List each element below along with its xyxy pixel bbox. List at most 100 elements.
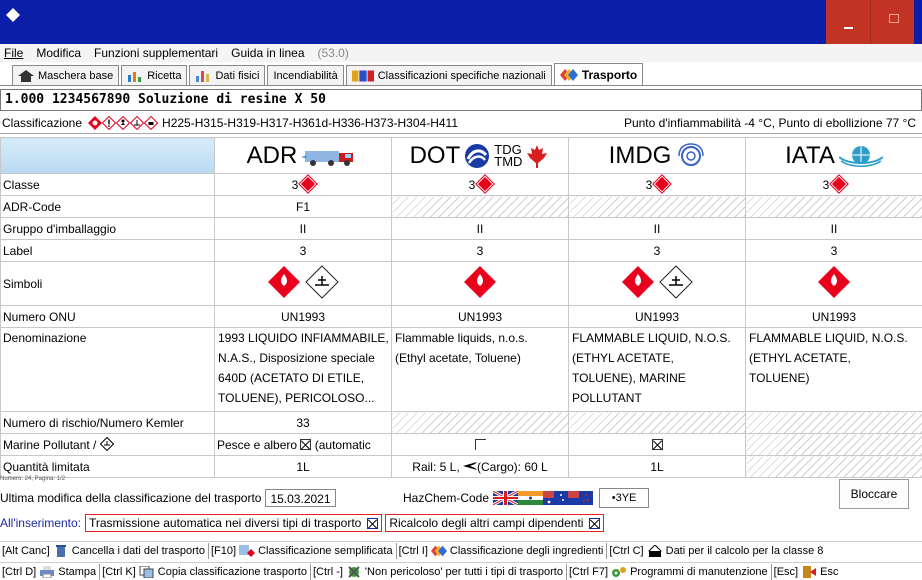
marine-dot-checkbox[interactable] xyxy=(474,438,486,450)
cell-marine-imdg[interactable] xyxy=(568,433,746,456)
marine-pollutant-label: Marine Pollutant / xyxy=(3,438,97,452)
menu-guida-in-linea[interactable]: Guida in linea xyxy=(231,46,304,60)
fkey-shortcut: [F10] xyxy=(210,544,237,557)
lock-button[interactable]: Bloccare xyxy=(839,479,909,509)
text-line: 1993 LIQUIDO INFIAMMABILE, xyxy=(218,331,389,345)
cell-simboli-iata[interactable] xyxy=(745,261,922,306)
fkey-class8-data[interactable]: [Ctrl C] Dati per il calcolo per la clas… xyxy=(607,543,826,559)
ghs-flame-icon xyxy=(88,115,103,130)
tab-incendiabilita[interactable]: Incendiabilità xyxy=(267,65,344,85)
environment-placard-icon xyxy=(658,265,693,299)
cell-gruppo-dot[interactable]: II xyxy=(391,217,569,240)
cell-quantita-imdg[interactable]: 1L xyxy=(568,455,746,478)
recalc-option[interactable]: Ricalcolo degli altri campi dipendenti xyxy=(385,514,605,532)
copy-icon xyxy=(139,565,154,578)
row-label: Simboli xyxy=(0,261,215,306)
cell-onu-adr[interactable]: UN1993 xyxy=(214,305,392,328)
cell-classe-dot[interactable]: 3 xyxy=(391,173,569,196)
cell-gruppo-imdg[interactable]: II xyxy=(568,217,746,240)
auto-transmission-option[interactable]: Trasmissione automatica nei diversi tipi… xyxy=(85,514,383,532)
cell-quantita-adr[interactable]: 1L xyxy=(214,455,392,478)
text-line: TOLUENE), MARINE xyxy=(572,371,686,385)
row-adr-code: ADR-Code F1 xyxy=(0,195,922,218)
cell-gruppo-iata[interactable]: II xyxy=(745,217,922,240)
last-modified-date-field[interactable]: 15.03.2021 xyxy=(265,489,336,507)
mode-header-dot[interactable]: DOT TDG TMD xyxy=(391,137,569,174)
fkey-not-dangerous[interactable]: [Ctrl -] 'Non pericoloso' per tutti i ti… xyxy=(311,563,567,580)
fkey-delete-transport[interactable]: [Alt Canc] Cancella i dati del trasporto xyxy=(0,542,209,559)
row-label-hazard: Label 3 3 3 3 xyxy=(0,239,922,262)
cell-label-dot[interactable]: 3 xyxy=(391,239,569,262)
cell-simboli-imdg[interactable] xyxy=(568,261,746,306)
cell-simboli-adr[interactable] xyxy=(214,261,392,306)
cell-onu-imdg[interactable]: UN1993 xyxy=(568,305,746,328)
auto-transmission-checkbox[interactable] xyxy=(367,517,379,529)
fkey-copy-classification[interactable]: [Ctrl K] Copia classificazione trasporto xyxy=(100,563,311,580)
cell-simboli-dot[interactable] xyxy=(391,261,569,306)
hazchem-code-field[interactable]: •3YE xyxy=(599,488,650,508)
cell-onu-dot[interactable]: UN1993 xyxy=(391,305,569,328)
cell-marine-dot[interactable] xyxy=(391,433,569,456)
mode-header-imdg[interactable]: IMDG xyxy=(568,137,746,174)
tab-dati-fisici[interactable]: Dati fisici xyxy=(189,65,266,85)
rail-quantity: Rail: 5 L, xyxy=(412,459,460,474)
row-gruppo-imballaggio: Gruppo d'imballaggio II II II II xyxy=(0,217,922,240)
fkey-label: Cancella i dati del trasporto xyxy=(71,544,205,557)
tab-trasporto[interactable]: Trasporto xyxy=(553,63,644,85)
cell-quantita-dot[interactable]: Rail: 5 L, (Cargo): 60 L xyxy=(391,455,569,478)
cell-denominazione-imdg[interactable]: FLAMMABLE LIQUID, N.O.S. (ETHYL ACETATE,… xyxy=(568,327,746,412)
row-classe: Classe 3 3 3 3 xyxy=(0,173,922,196)
recalc-checkbox[interactable] xyxy=(589,517,601,529)
cell-label-imdg[interactable]: 3 xyxy=(568,239,746,262)
minimize-button[interactable] xyxy=(826,0,870,44)
cell-classe-iata[interactable]: 3 xyxy=(745,173,922,196)
cell-denominazione-iata[interactable]: FLAMMABLE LIQUID, N.O.S. (ETHYL ACETATE,… xyxy=(745,327,922,412)
marine-imdg-checkbox[interactable] xyxy=(651,438,663,450)
cell-label-iata[interactable]: 3 xyxy=(745,239,922,262)
row-denominazione: Denominazione 1993 LIQUIDO INFIAMMABILE,… xyxy=(0,327,922,412)
cell-disabled xyxy=(568,411,746,434)
tab-ricetta[interactable]: Ricetta xyxy=(121,65,188,85)
new-zealand-flag-icon xyxy=(568,491,594,505)
menu-modifica[interactable]: Modifica xyxy=(36,46,81,60)
cell-label-adr[interactable]: 3 xyxy=(214,239,392,262)
environment-placard-icon xyxy=(304,265,339,299)
cell-marine-adr[interactable]: Pesce e albero (automatic xyxy=(214,433,392,456)
tab-label: Incendiabilità xyxy=(273,69,338,82)
flammable-placard-icon xyxy=(622,266,655,298)
fkey-escape[interactable]: [Esc] Esc xyxy=(772,564,842,580)
cell-classe-adr[interactable]: 3 xyxy=(214,173,392,196)
text-line: Flammable liquids, n.o.s. xyxy=(395,331,528,345)
mode-header-iata[interactable]: IATA xyxy=(745,137,922,174)
maximize-button[interactable] xyxy=(870,0,914,44)
tab-maschera-base[interactable]: Maschera base xyxy=(12,65,120,85)
fkey-label: Esc xyxy=(820,565,839,578)
transport-grid: ADR DOT TDG TMD IMDG IATA Classe 3 3 3 3… xyxy=(0,137,922,478)
cell-denominazione-adr[interactable]: 1993 LIQUIDO INFIAMMABILE, N.A.S., Dispo… xyxy=(214,327,392,412)
mode-header-adr[interactable]: ADR xyxy=(214,137,392,174)
cell-adr-code-adr[interactable]: F1 xyxy=(214,195,392,218)
cell-disabled xyxy=(391,411,569,434)
fkey-shortcut: [Ctrl K] xyxy=(102,565,136,578)
menu-funzioni-supplementari[interactable]: Funzioni supplementari xyxy=(94,46,218,60)
cell-gruppo-adr[interactable]: II xyxy=(214,217,392,240)
fkey-simplified-classification[interactable]: [F10] Classificazione semplificata xyxy=(209,542,397,559)
marine-adr-checkbox[interactable] xyxy=(300,438,312,450)
fkey-label: Stampa xyxy=(58,565,97,578)
text-line: (ETHYL ACETATE, xyxy=(749,351,851,365)
fkey-print[interactable]: [Ctrl D] Stampa xyxy=(0,563,101,580)
text-line: TOLUENE), PERICOLOSO... xyxy=(218,391,375,405)
cell-kemler-adr[interactable]: 33 xyxy=(214,411,392,434)
tab-label: Maschera base xyxy=(38,69,114,82)
cell-denominazione-dot[interactable]: Flammable liquids, n.o.s. (Ethyl acetate… xyxy=(391,327,569,412)
fkey-ingredient-classification[interactable]: [Ctrl I] Classificazione degli ingredien… xyxy=(397,542,608,559)
cell-onu-iata[interactable]: UN1993 xyxy=(745,305,922,328)
fkey-maintenance-programs[interactable]: [Ctrl F7] Programmi di manutenzione xyxy=(567,563,772,580)
text-line: (Ethyl acetate, Toluene) xyxy=(395,351,521,365)
ghs-health-hazard-icon xyxy=(116,115,131,130)
cell-classe-imdg[interactable]: 3 xyxy=(568,173,746,196)
row-kemler: Numero di rischio/Numero Kemler 33 xyxy=(0,411,922,434)
tab-classificazioni-nazionali[interactable]: Classificazioni specifiche nazionali xyxy=(345,65,552,85)
hazchem-label: HazChem-Code xyxy=(403,491,490,505)
menu-file[interactable]: File xyxy=(4,46,23,60)
